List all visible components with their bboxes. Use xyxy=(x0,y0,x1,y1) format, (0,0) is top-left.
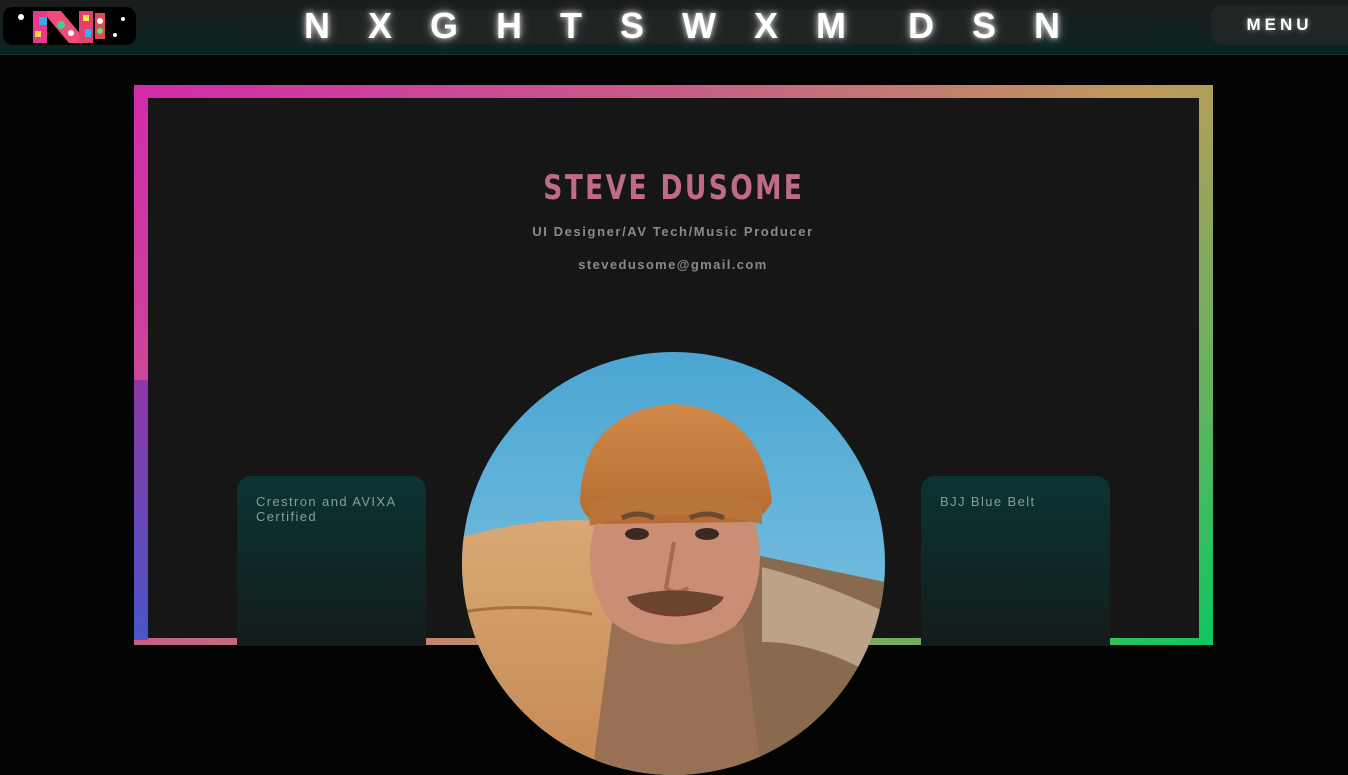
info-card-text: BJJ Blue Belt xyxy=(940,494,1036,509)
info-card-certification: Crestron and AVIXA Certified xyxy=(237,476,426,646)
profile-name: STEVE DUSOME xyxy=(543,168,805,208)
menu-button[interactable]: MENU xyxy=(1211,5,1348,45)
site-title[interactable]: N X G H T S W X M D S N xyxy=(304,4,1060,48)
profile-photo xyxy=(462,352,885,775)
info-card-bjj: BJJ Blue Belt xyxy=(921,476,1110,646)
gradient-frame-edge xyxy=(134,380,148,640)
graffiti-n-logo-icon[interactable] xyxy=(3,7,136,45)
profile-role: UI Designer/AV Tech/Music Producer xyxy=(532,224,814,239)
profile-email[interactable]: stevedusome@gmail.com xyxy=(0,257,1346,272)
info-card-text: Crestron and AVIXA Certified xyxy=(256,494,396,524)
top-header: N X G H T S W X M D S N MENU xyxy=(0,0,1348,55)
